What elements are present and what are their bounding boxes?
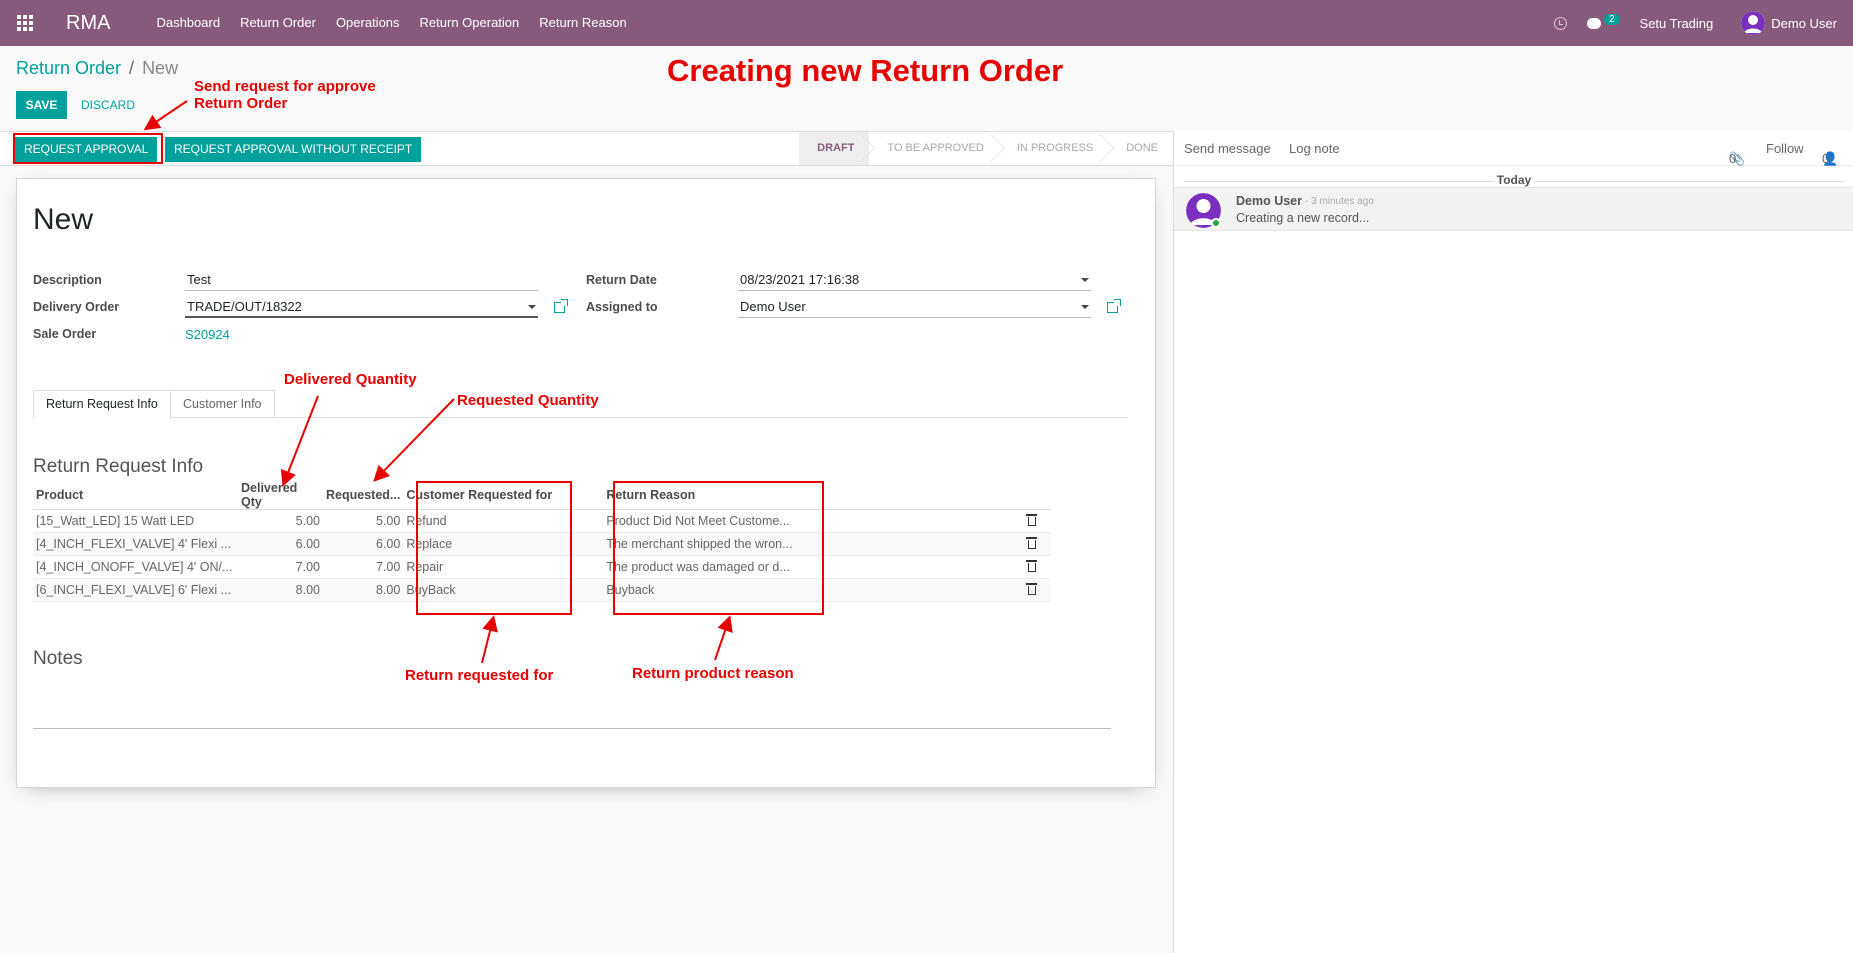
cell-delivered-qty[interactable]: 6.00	[238, 532, 323, 556]
delete-row-icon[interactable]	[1026, 514, 1037, 526]
company-switcher[interactable]: Setu Trading	[1630, 16, 1732, 31]
app-name: RMA	[66, 11, 111, 34]
online-status-icon	[1211, 218, 1221, 228]
description-field[interactable]: Test	[185, 270, 538, 291]
request-approval-without-receipt-button[interactable]: REQUEST APPROVAL WITHOUT RECEIPT	[165, 137, 422, 162]
user-name: Demo User	[1771, 15, 1837, 31]
delivery-order-value: TRADE/OUT/18322	[187, 299, 302, 314]
main-menu: Dashboard Return Order Operations Return…	[146, 0, 636, 46]
date-separator: Today	[1174, 173, 1853, 187]
notes-title: Notes	[33, 648, 83, 669]
cell-requested-qty[interactable]: 7.00	[323, 555, 404, 579]
return-date-field[interactable]: 08/23/2021 17:16:38	[738, 270, 1091, 291]
delivery-order-label: Delivery Order	[33, 300, 120, 314]
breadcrumb-separator: /	[129, 58, 135, 78]
cell-product[interactable]: [4_INCH_ONOFF_VALVE] 4' ON/...	[33, 555, 238, 579]
save-button[interactable]: SAVE	[16, 91, 67, 119]
message-timestamp: - 3 minutes ago	[1305, 196, 1374, 207]
cell-delivered-qty[interactable]: 7.00	[238, 555, 323, 579]
cell-product[interactable]: [4_INCH_FLEXI_VALVE] 4' Flexi ...	[33, 532, 238, 556]
annotation-return-requested-for: Return requested for	[405, 667, 554, 684]
external-link-icon[interactable]	[554, 299, 568, 313]
assigned-to-label: Assigned to	[586, 300, 658, 314]
annotation-send-request: Send request for approve Return Order	[194, 78, 376, 112]
arrow-send-request	[143, 100, 188, 131]
return-date-value: 08/23/2021 17:16:38	[740, 272, 860, 287]
column-requested-qty[interactable]: Requested...	[323, 481, 404, 510]
highlight-customer-requested-for	[416, 481, 572, 615]
stage-done[interactable]: DONE	[1108, 132, 1173, 165]
top-navbar: RMA Dashboard Return Order Operations Re…	[0, 0, 1853, 46]
menu-return-operation[interactable]: Return Operation	[410, 0, 530, 46]
external-link-icon[interactable]	[1107, 299, 1121, 313]
messaging-button[interactable]: 2	[1577, 13, 1630, 29]
stage-pipeline: DRAFT TO BE APPROVED IN PROGRESS DONE	[799, 132, 1173, 165]
menu-return-order[interactable]: Return Order	[230, 0, 326, 46]
follow-button[interactable]: Follow	[1766, 141, 1804, 156]
apps-menu-icon[interactable]	[0, 0, 50, 46]
cell-product[interactable]: [6_INCH_FLEXI_VALVE] 6' Flexi ...	[33, 578, 238, 602]
stage-in-progress[interactable]: IN PROGRESS	[999, 132, 1115, 165]
breadcrumb-current: New	[142, 58, 179, 78]
delete-row-icon[interactable]	[1026, 537, 1037, 549]
cell-product[interactable]: [15_Watt_LED] 15 Watt LED	[33, 509, 238, 533]
stage-draft[interactable]: DRAFT	[799, 132, 876, 165]
tab-return-request-info[interactable]: Return Request Info	[33, 390, 171, 419]
form-statusbar: REQUEST APPROVAL REQUEST APPROVAL WITHOU…	[0, 131, 1173, 166]
highlight-request-approval	[13, 133, 163, 164]
attachments-count: 0	[1729, 151, 1737, 166]
chatter-panel: Send message Log note 📎 0 Follow 👤 0 Today…	[1173, 131, 1853, 953]
cell-requested-qty[interactable]: 8.00	[323, 578, 404, 602]
cell-requested-qty[interactable]: 6.00	[323, 532, 404, 556]
assigned-to-value: Demo User	[740, 299, 806, 314]
highlight-return-reason	[613, 481, 824, 615]
breadcrumb: Return Order / New	[16, 58, 178, 79]
delete-row-icon[interactable]	[1026, 560, 1037, 572]
delivery-order-field[interactable]: TRADE/OUT/18322	[185, 297, 538, 318]
cell-delivered-qty[interactable]: 8.00	[238, 578, 323, 602]
column-product[interactable]: Product	[33, 481, 238, 510]
menu-operations[interactable]: Operations	[326, 0, 410, 46]
activity-button[interactable]	[1544, 16, 1577, 30]
message-author[interactable]: Demo User	[1236, 194, 1302, 208]
return-date-label: Return Date	[586, 273, 657, 287]
column-actions	[803, 481, 1051, 510]
user-menu[interactable]: Demo User	[1731, 11, 1853, 35]
dropdown-caret-icon[interactable]	[1081, 305, 1089, 309]
cell-delivered-qty[interactable]: 5.00	[238, 509, 323, 533]
message-body: Creating a new record...	[1236, 211, 1370, 225]
sale-order-link[interactable]: S20924	[185, 327, 230, 342]
clock-icon	[1553, 16, 1567, 30]
dropdown-caret-icon[interactable]	[528, 305, 536, 309]
tab-customer-info[interactable]: Customer Info	[170, 390, 275, 419]
chatter-message: Demo User - 3 minutes ago Creating a new…	[1174, 187, 1853, 231]
annotation-delivered-quantity: Delivered Quantity	[284, 371, 417, 388]
record-title: New	[33, 203, 94, 236]
description-label: Description	[33, 273, 102, 287]
notes-field[interactable]	[33, 728, 1111, 729]
assigned-to-field[interactable]: Demo User	[738, 297, 1091, 318]
annotation-return-product-reason: Return product reason	[632, 665, 794, 682]
section-title: Return Request Info	[33, 456, 204, 477]
chatter-topbar: Send message Log note 📎 0 Follow 👤 0	[1174, 131, 1853, 166]
menu-dashboard[interactable]: Dashboard	[146, 0, 230, 46]
stage-to-be-approved[interactable]: TO BE APPROVED	[869, 132, 1005, 165]
followers-count: 0	[1822, 151, 1830, 166]
breadcrumb-return-order[interactable]: Return Order	[16, 58, 121, 79]
annotation-title: Creating new Return Order	[667, 53, 1064, 88]
menu-return-reason[interactable]: Return Reason	[529, 0, 636, 46]
delete-row-icon[interactable]	[1026, 583, 1037, 595]
chat-icon	[1586, 17, 1601, 29]
form-sheet: New Description Test Delivery Order TRAD…	[16, 178, 1156, 788]
send-message-button[interactable]: Send message	[1184, 141, 1271, 156]
cell-requested-qty[interactable]: 5.00	[323, 509, 404, 533]
log-note-button[interactable]: Log note	[1289, 141, 1340, 156]
dropdown-caret-icon[interactable]	[1081, 278, 1089, 282]
user-avatar-icon	[1741, 11, 1766, 35]
column-delivered-qty[interactable]: Delivered Qty	[238, 481, 323, 510]
annotation-requested-quantity: Requested Quantity	[457, 392, 599, 409]
discard-button[interactable]: DISCARD	[75, 91, 141, 119]
sale-order-label: Sale Order	[33, 327, 97, 341]
message-count-badge: 2	[1603, 13, 1620, 25]
